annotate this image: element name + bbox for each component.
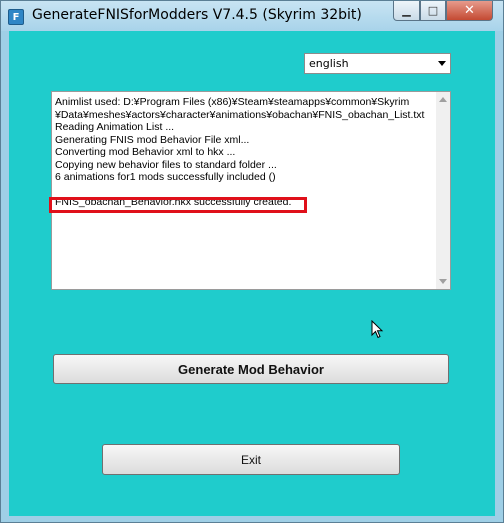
log-scrollbar[interactable]	[436, 92, 450, 289]
highlight-box	[49, 197, 307, 213]
log-line: ¥Data¥meshes¥actors¥character¥animations…	[55, 108, 425, 121]
exit-button[interactable]: Exit	[102, 444, 400, 475]
log-line: Converting mod Behavior xml to hkx ...	[55, 146, 236, 158]
log-line: Copying new behavior files to standard f…	[55, 158, 277, 171]
log-line: 6 animations for1 mods successfully incl…	[55, 171, 276, 183]
minimize-button[interactable]: ▁	[393, 1, 420, 21]
app-window: F GenerateFNISforModders V7.4.5 (Skyrim …	[0, 0, 504, 523]
language-dropdown[interactable]: english	[304, 53, 451, 74]
client-area: english Animlist used: D:¥Program Files …	[9, 31, 495, 516]
log-line: Reading Animation List ...	[55, 121, 175, 133]
scroll-down-icon[interactable]	[439, 279, 447, 284]
language-value: english	[309, 57, 349, 70]
maximize-button[interactable]: □	[420, 1, 446, 21]
log-line: Generating FNIS mod Behavior File xml...	[55, 133, 250, 146]
mouse-cursor-icon	[371, 320, 384, 339]
close-button[interactable]: ✕	[446, 1, 493, 21]
scroll-up-icon[interactable]	[439, 97, 447, 102]
log-lines: Animlist used: D:¥Program Files (x86)¥St…	[49, 96, 435, 213]
title-bar[interactable]: F GenerateFNISforModders V7.4.5 (Skyrim …	[1, 1, 503, 31]
generate-mod-behavior-button[interactable]: Generate Mod Behavior	[53, 354, 449, 384]
log-output[interactable]: Animlist used: D:¥Program Files (x86)¥St…	[49, 91, 451, 290]
chevron-down-icon	[438, 61, 446, 66]
app-icon: F	[8, 9, 24, 25]
window-title: GenerateFNISforModders V7.4.5 (Skyrim 32…	[32, 7, 362, 23]
log-line: Animlist used: D:¥Program Files (x86)¥St…	[55, 96, 410, 108]
